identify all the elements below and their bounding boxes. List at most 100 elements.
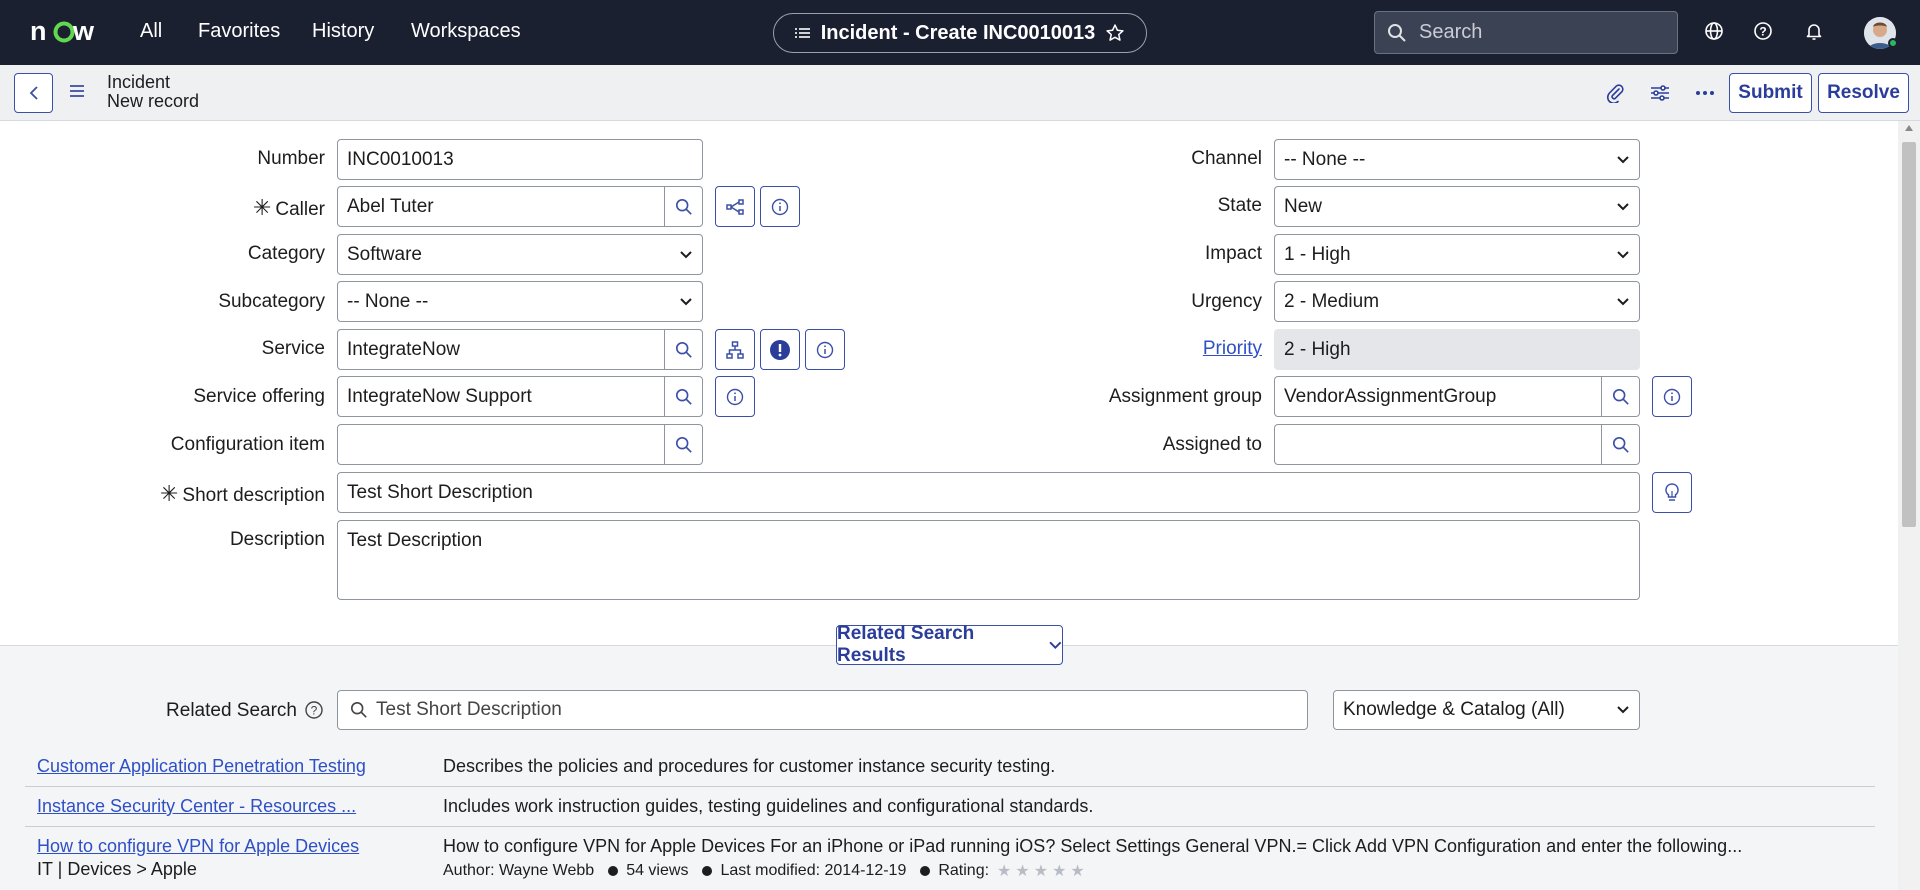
hierarchy-icon	[726, 340, 744, 359]
result-modified: Last modified: 2014-12-19	[720, 862, 907, 879]
result-meta: Author: Wayne Webb 54 views Last modifie…	[443, 861, 1089, 881]
search-icon	[350, 701, 367, 718]
presence-indicator	[1888, 38, 1898, 48]
priority-field: 2 - High	[1274, 329, 1640, 370]
assigned-to-field[interactable]	[1274, 424, 1640, 465]
result-author: Author: Wayne Webb	[443, 862, 595, 879]
globe-icon[interactable]	[1704, 21, 1724, 41]
context-title-pill[interactable]: Incident - Create INC0010013	[773, 13, 1147, 53]
separator-dot	[608, 866, 619, 876]
short-description-field[interactable]: Test Short Description	[337, 472, 1640, 513]
assignment-group-field[interactable]: VendorAssignmentGroup	[1274, 376, 1640, 417]
settings-sliders-icon[interactable]	[1650, 83, 1670, 103]
separator-dot	[702, 866, 713, 876]
suggestion-button[interactable]	[1652, 472, 1692, 513]
urgency-select[interactable]: 2 - Medium	[1274, 281, 1640, 322]
service-info-button[interactable]	[805, 329, 845, 370]
search-placeholder: Search	[1419, 21, 1483, 43]
chevron-down-icon	[1617, 250, 1629, 258]
chevron-down-icon	[680, 297, 692, 305]
context-title: Incident - Create INC0010013	[820, 21, 1096, 44]
rating-stars: ★★★★★	[997, 863, 1089, 880]
resolve-button[interactable]: Resolve	[1818, 73, 1909, 113]
submit-button[interactable]: Submit	[1729, 73, 1812, 113]
back-button[interactable]	[14, 73, 53, 113]
help-icon[interactable]: ?	[1753, 21, 1773, 41]
assignment-group-info-button[interactable]	[1652, 376, 1692, 417]
chevron-down-icon	[1617, 155, 1629, 163]
top-navigation: n w All Favorites History Workspaces Inc…	[0, 0, 1920, 65]
result-description: Describes the policies and procedures fo…	[443, 756, 1056, 776]
state-select[interactable]: New	[1274, 186, 1640, 227]
share-nodes-icon	[726, 198, 744, 215]
caller-related-button[interactable]	[715, 186, 755, 227]
category-select[interactable]: Software	[337, 234, 703, 275]
service-offering-info-button[interactable]	[715, 376, 755, 417]
result-title-link[interactable]: Instance Security Center - Resources ...	[37, 796, 356, 817]
channel-select[interactable]: -- None --	[1274, 139, 1640, 180]
service-field[interactable]: IntegrateNow	[337, 329, 703, 370]
info-icon	[726, 388, 744, 405]
priority-link[interactable]: Priority	[1060, 338, 1262, 360]
lightbulb-icon	[1665, 482, 1679, 501]
service-alert-button[interactable]	[760, 329, 800, 370]
chevron-down-icon	[1617, 297, 1629, 305]
subcategory-select[interactable]: -- None --	[337, 281, 703, 322]
caller-info-button[interactable]	[760, 186, 800, 227]
now-logo[interactable]: n w	[30, 19, 102, 43]
help-icon[interactable]: ?	[304, 700, 324, 720]
assignment-group-label: Assignment group	[1108, 386, 1262, 407]
result-title-link[interactable]: How to configure VPN for Apple Devices	[37, 836, 359, 857]
scroll-up-arrow[interactable]	[1904, 124, 1914, 132]
list-item: Instance Security Center - Resources ...…	[25, 787, 1875, 827]
channel-label: Channel	[1191, 148, 1262, 169]
category-label: Category	[247, 243, 325, 264]
record-state: New record	[107, 91, 200, 111]
impact-select[interactable]: 1 - High	[1274, 234, 1640, 275]
search-icon[interactable]	[1601, 425, 1639, 464]
number-field[interactable]: INC0010013	[337, 139, 703, 180]
bell-icon[interactable]	[1804, 21, 1824, 41]
related-source-select[interactable]: Knowledge & Catalog (All)	[1333, 690, 1640, 730]
related-search-results-toggle[interactable]: Related Search Results	[836, 623, 1063, 666]
list-item: How to configure VPN for Apple Devices H…	[25, 827, 1875, 890]
service-label: Service	[261, 338, 325, 359]
svg-text:n: n	[30, 19, 47, 43]
nav-all[interactable]: All	[140, 20, 162, 43]
result-rating-label: Rating:	[938, 862, 990, 879]
more-options-icon[interactable]	[1696, 91, 1714, 95]
service-map-button[interactable]	[715, 329, 755, 370]
number-label: Number	[257, 148, 325, 169]
scrollbar-thumb[interactable]	[1902, 142, 1916, 527]
info-icon	[1663, 388, 1681, 405]
configuration-item-field[interactable]	[337, 424, 703, 465]
search-icon[interactable]	[664, 187, 702, 226]
nav-history[interactable]: History	[312, 20, 374, 43]
result-title-link[interactable]: Customer Application Penetration Testing	[37, 756, 366, 777]
star-icon[interactable]	[1105, 23, 1125, 43]
required-indicator: ✳	[252, 195, 272, 220]
search-icon[interactable]	[664, 425, 702, 464]
urgency-label: Urgency	[1191, 291, 1262, 312]
configuration-item-label: Configuration item	[170, 434, 325, 455]
list-item: Customer Application Penetration Testing…	[25, 747, 1875, 787]
related-search-input[interactable]: Test Short Description	[337, 690, 1308, 730]
nav-workspaces[interactable]: Workspaces	[411, 20, 521, 43]
chevron-down-icon	[1617, 202, 1629, 210]
description-textarea[interactable]: Test Description	[337, 520, 1640, 600]
subcategory-label: Subcategory	[218, 291, 325, 312]
record-title: Incident New record	[107, 73, 199, 111]
caller-field[interactable]: Abel Tuter	[337, 186, 703, 227]
menu-icon[interactable]	[70, 85, 84, 97]
service-offering-field[interactable]: IntegrateNow Support	[337, 376, 703, 417]
svg-text:?: ?	[311, 704, 318, 718]
search-icon[interactable]	[664, 377, 702, 416]
search-icon[interactable]	[1601, 377, 1639, 416]
nav-favorites[interactable]: Favorites	[198, 20, 280, 43]
result-description: How to configure VPN for Apple Devices F…	[443, 836, 1743, 856]
search-icon[interactable]	[664, 330, 702, 369]
required-indicator: ✳	[159, 481, 179, 506]
paperclip-icon[interactable]	[1606, 83, 1624, 103]
related-search-label: Related Search	[166, 700, 297, 721]
global-search-input[interactable]: Search	[1374, 11, 1678, 54]
